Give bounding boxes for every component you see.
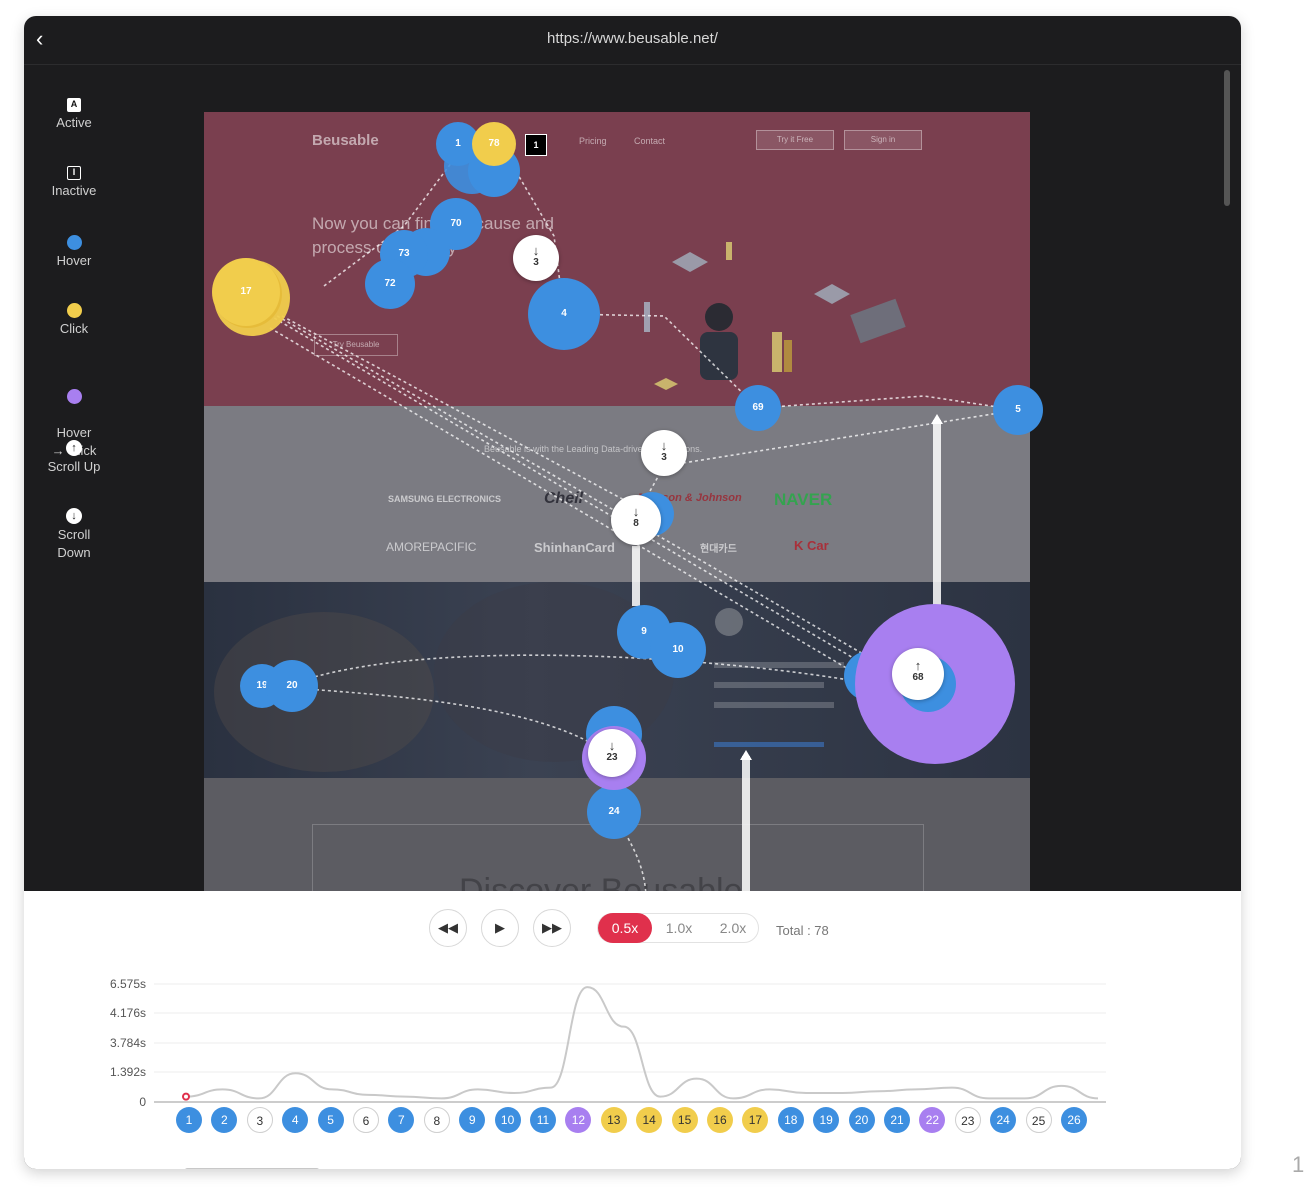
y-tick-label: 4.176s bbox=[110, 1006, 146, 1020]
y-tick-label: 0 bbox=[139, 1095, 146, 1109]
speed-option-0-5x[interactable]: 0.5x bbox=[598, 913, 652, 943]
sequence-step-21[interactable]: 21 bbox=[884, 1107, 910, 1133]
rewind-icon[interactable]: ◀◀ bbox=[429, 909, 467, 947]
horizontal-scrollbar[interactable] bbox=[184, 1168, 320, 1169]
sequence-step-20[interactable]: 20 bbox=[848, 1107, 875, 1133]
sequence-step-6[interactable]: 6 bbox=[353, 1107, 379, 1133]
active-marker[interactable]: 1 bbox=[525, 134, 547, 156]
sequence-step-23[interactable]: 23 bbox=[954, 1107, 981, 1133]
hover-marker[interactable]: 24 bbox=[587, 785, 641, 839]
click-marker[interactable]: 78 bbox=[472, 122, 516, 166]
sequence-step-9[interactable]: 9 bbox=[459, 1107, 486, 1133]
speed-selector: 0.5x 1.0x 2.0x bbox=[597, 913, 759, 943]
sequence-step-1[interactable]: 1 bbox=[176, 1107, 202, 1133]
sequence-step-26[interactable]: 26 bbox=[1061, 1107, 1087, 1133]
play-icon[interactable]: ▶ bbox=[481, 909, 519, 947]
fast-forward-icon[interactable]: ▶▶ bbox=[533, 909, 571, 947]
speed-option-2-0x[interactable]: 2.0x bbox=[706, 913, 760, 943]
hover-marker[interactable]: 10 bbox=[650, 622, 706, 678]
hover-marker[interactable]: 5 bbox=[993, 385, 1043, 435]
total-count: Total : 78 bbox=[776, 923, 829, 938]
y-tick-label: 3.784s bbox=[110, 1036, 146, 1050]
sequence-step-18[interactable]: 18 bbox=[777, 1107, 804, 1133]
sequence-step-15[interactable]: 15 bbox=[671, 1107, 698, 1133]
hover-marker[interactable]: 4 bbox=[528, 278, 600, 350]
duration-line-chart: 6.575s 4.176s 3.784s 1.392s 0 bbox=[110, 977, 1106, 1109]
page-number: 1 bbox=[1292, 1152, 1305, 1177]
sequence-step-10[interactable]: 10 bbox=[494, 1107, 521, 1133]
speed-option-1-0x[interactable]: 1.0x bbox=[652, 913, 706, 943]
y-tick-label: 1.392s bbox=[110, 1065, 146, 1079]
scroll-down-marker[interactable]: ↓ 8 bbox=[611, 495, 661, 545]
scroll-down-marker[interactable]: ↓ 3 bbox=[641, 430, 687, 476]
scroll-down-marker[interactable]: ↓ 23 bbox=[588, 729, 636, 777]
scroll-down-marker[interactable]: ↓ 3 bbox=[513, 235, 559, 281]
sequence-step-4[interactable]: 4 bbox=[282, 1107, 309, 1133]
sequence-step-19[interactable]: 19 bbox=[813, 1107, 840, 1133]
sequence-step-25[interactable]: 25 bbox=[1025, 1107, 1052, 1133]
sequence-step-13[interactable]: 13 bbox=[600, 1107, 627, 1133]
current-position-point[interactable] bbox=[182, 1092, 190, 1101]
sequence-step-5[interactable]: 5 bbox=[317, 1107, 344, 1133]
hover-marker[interactable]: 72 bbox=[365, 259, 415, 309]
sequence-step-11[interactable]: 11 bbox=[530, 1107, 556, 1133]
playback-panel: ◀◀ ▶ ▶▶ 0.5x 1.0x 2.0x Total : 78 6.575s… bbox=[24, 891, 1241, 1169]
sequence-step-16[interactable]: 16 bbox=[707, 1107, 733, 1133]
click-marker[interactable]: 17 bbox=[212, 258, 280, 326]
y-tick-label: 6.575s bbox=[110, 977, 146, 991]
sequence-step-14[interactable]: 14 bbox=[636, 1107, 663, 1133]
hover-marker[interactable]: 20 bbox=[266, 660, 318, 712]
sequence-step-3[interactable]: 3 bbox=[246, 1107, 273, 1133]
replay-window: ‹ https://www.beusable.net/ A Active I I… bbox=[24, 16, 1241, 1169]
hover-marker[interactable]: 69 bbox=[735, 385, 781, 431]
sequence-step-24[interactable]: 24 bbox=[990, 1107, 1017, 1133]
sequence-step-8[interactable]: 8 bbox=[423, 1107, 450, 1133]
scroll-up-marker[interactable]: ↑ 68 bbox=[892, 648, 944, 700]
